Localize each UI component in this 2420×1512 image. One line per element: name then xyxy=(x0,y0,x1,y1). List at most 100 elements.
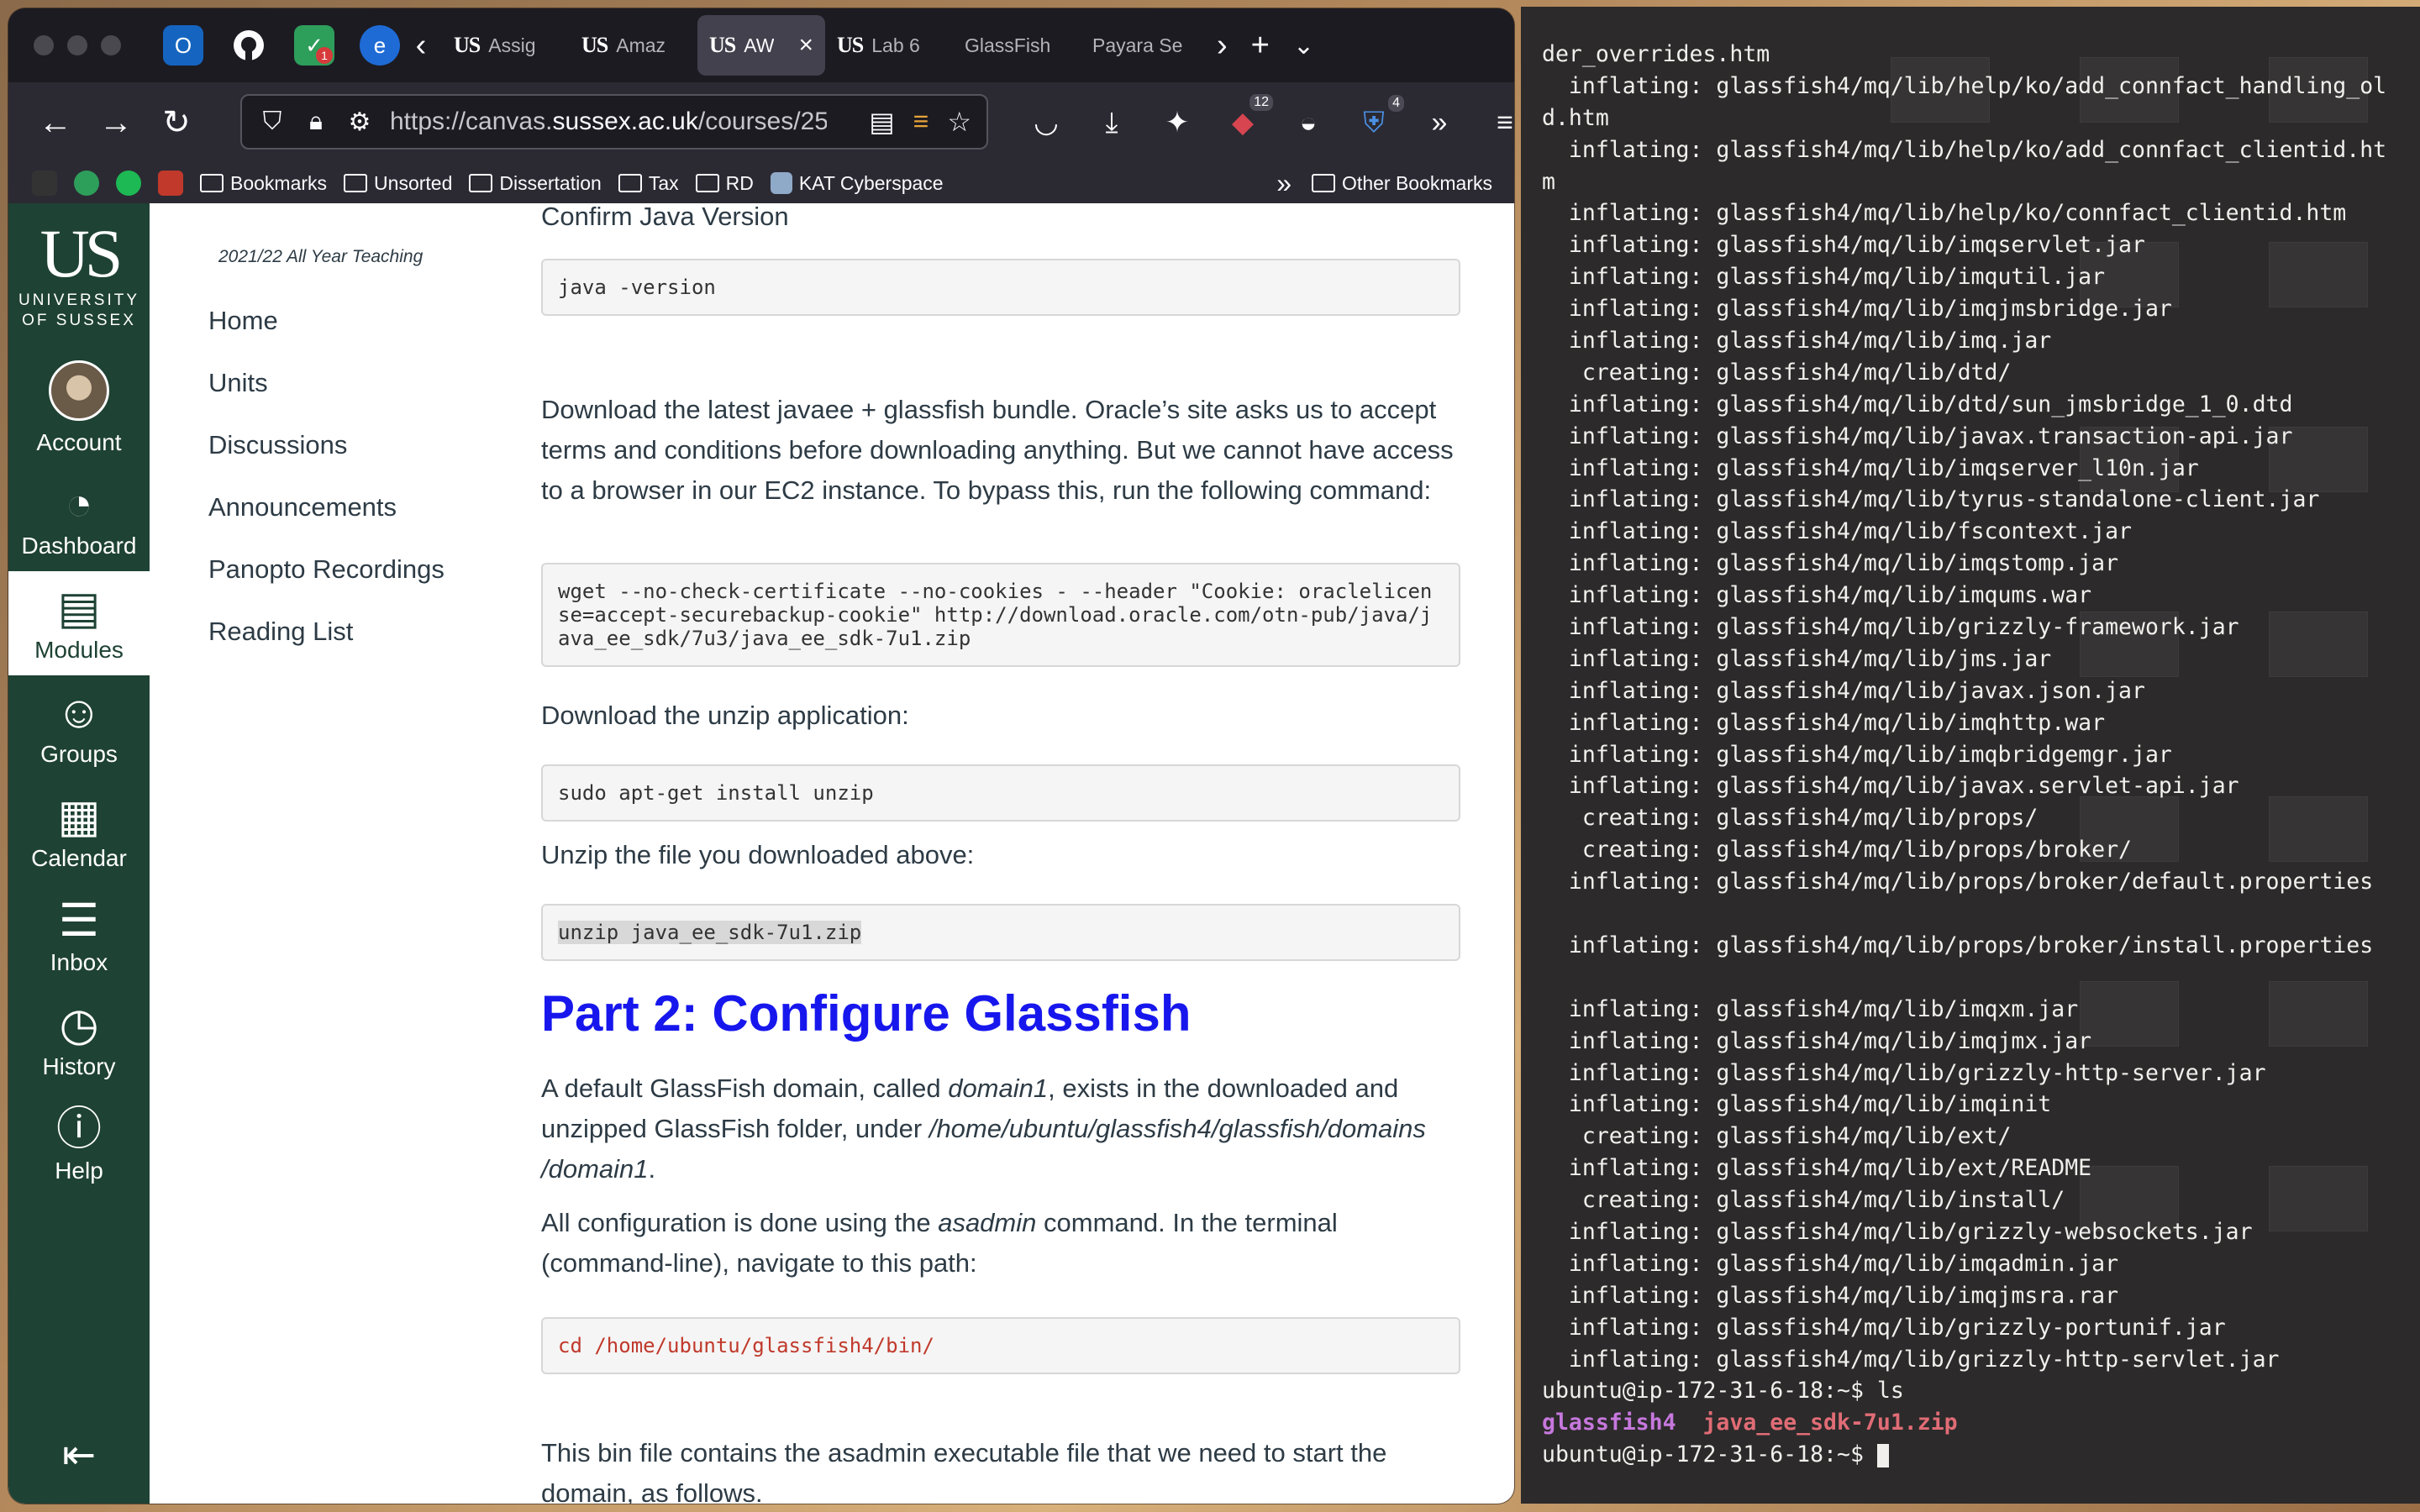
forward-icon[interactable]: → xyxy=(86,104,146,142)
notification-badge: 1 xyxy=(316,47,333,64)
tab-lab6[interactable]: US Lab 6 xyxy=(825,15,953,76)
close-window-button[interactable] xyxy=(34,35,54,55)
global-nav-calendar[interactable]: ▦ Calendar xyxy=(8,780,150,884)
terminal-line: creating: glassfish4/mq/lib/ext/ xyxy=(1542,1123,2012,1150)
bookmark-folder[interactable]: Unsorted xyxy=(344,172,452,195)
code-block-unzip[interactable]: unzip java_ee_sdk-7u1.zip xyxy=(541,904,1460,961)
global-nav-groups[interactable]: ☺ Groups xyxy=(8,675,150,780)
global-nav-inbox[interactable]: ☰ Inbox xyxy=(8,884,150,988)
maximize-window-button[interactable] xyxy=(101,35,121,55)
lock-icon[interactable]: 🔒︎ xyxy=(302,108,329,136)
tab-label: Amaz xyxy=(616,34,666,56)
global-nav-modules[interactable]: ▤ Modules xyxy=(8,571,150,675)
url-text[interactable]: https://canvas.sussex.ac.uk/courses/251 xyxy=(390,108,827,136)
bookmark-folder[interactable]: Dissertation xyxy=(469,172,602,195)
global-nav-dashboard[interactable]: ◔ Dashboard xyxy=(8,467,150,571)
global-nav-help[interactable]: ⓘ Help xyxy=(8,1092,150,1196)
avatar xyxy=(49,360,109,421)
todoist-bookmark-icon[interactable] xyxy=(158,171,183,196)
tab-payara[interactable]: Payara Se xyxy=(1081,15,1208,76)
terminal-line: ubuntu@ip-172-31-6-18:~$ ls xyxy=(1542,1378,1904,1404)
code-block-cd[interactable]: cd /home/ubuntu/glassfish4/bin/ xyxy=(541,1317,1460,1374)
terminal-line: inflating: glassfish4/mq/lib/fscontext.j… xyxy=(1542,518,2132,545)
new-tab-icon[interactable]: + xyxy=(1251,28,1270,64)
pinned-tab-outlook-icon[interactable]: O xyxy=(163,25,203,66)
app-bookmark-icon[interactable] xyxy=(74,171,99,196)
tracking-protection-icon[interactable]: ⛉ xyxy=(259,108,286,136)
course-nav-units[interactable]: Units xyxy=(208,368,445,430)
more-bookmarks-icon[interactable]: » xyxy=(1276,168,1292,199)
bookmark-star-icon[interactable]: ☆ xyxy=(947,106,971,138)
github-bookmark-icon[interactable] xyxy=(32,171,57,196)
extension-icon[interactable]: ✦ xyxy=(1160,106,1194,139)
list-tabs-icon[interactable]: ⌄ xyxy=(1293,31,1314,60)
terminal-line: m xyxy=(1542,168,1555,195)
url-bar[interactable]: ⛉ 🔒︎ ⚙ https://canvas.sussex.ac.uk/cours… xyxy=(240,94,988,150)
pinned-tab-edge-icon[interactable]: e xyxy=(360,25,400,66)
extension-icon[interactable]: ◒ xyxy=(1292,107,1325,139)
spotify-bookmark-icon[interactable] xyxy=(116,171,141,196)
code-block-apt[interactable]: sudo apt-get install unzip xyxy=(541,764,1460,822)
tab-amazon[interactable]: US Amaz xyxy=(570,15,697,76)
bookmark-folder[interactable]: Tax xyxy=(618,172,679,195)
tab-assignment[interactable]: US Assig xyxy=(442,15,570,76)
minimize-window-button[interactable] xyxy=(67,35,87,55)
reader-view-icon[interactable]: ▤ xyxy=(869,106,894,138)
collapse-nav-icon[interactable]: ⇤ xyxy=(8,1431,150,1478)
confirm-java-heading: Confirm Java Version xyxy=(541,203,789,231)
terminal-line: inflating: glassfish4/mq/lib/javax.servl… xyxy=(1542,773,2239,800)
pinned-tab-app-icon[interactable]: ✓ 1 xyxy=(294,25,334,66)
terminal-line: inflating: glassfish4/mq/lib/grizzly-htt… xyxy=(1542,1059,2266,1086)
tab-glassfish[interactable]: GlassFish xyxy=(953,15,1081,76)
reload-icon[interactable]: ↻ xyxy=(146,103,207,142)
terminal-prompt[interactable]: ubuntu@ip-172-31-6-18:~$ xyxy=(1542,1439,2407,1471)
terminal-line: inflating: glassfish4/mq/lib/imqxm.jar xyxy=(1542,995,2079,1022)
pinned-tab-github-icon[interactable] xyxy=(229,25,269,66)
menu-icon[interactable]: ≡ xyxy=(1488,107,1514,139)
course-nav-reading-list[interactable]: Reading List xyxy=(208,617,445,679)
permissions-icon[interactable]: ⚙ xyxy=(346,108,373,137)
bookmark-item[interactable]: KAT Cyberspace xyxy=(770,172,944,195)
bookmark-folder[interactable]: RD xyxy=(695,172,754,195)
extension-color-icon[interactable]: ≡ xyxy=(913,106,929,138)
config-paragraph: All configuration is done using the asad… xyxy=(541,1208,1338,1278)
bookmark-folder[interactable]: Bookmarks xyxy=(200,172,327,195)
course-nav-panopto[interactable]: Panopto Recordings xyxy=(208,554,445,617)
pocket-icon[interactable]: ◡ xyxy=(1029,106,1063,139)
scroll-tabs-left-icon[interactable]: ‹ xyxy=(400,28,442,64)
sussex-logo[interactable]: US xyxy=(8,219,150,288)
global-nav-history[interactable]: ◷ History xyxy=(8,988,150,1092)
terminal-line: inflating: glassfish4/mq/lib/grizzly-por… xyxy=(1542,1314,2226,1341)
terminal-line: inflating: glassfish4/mq/lib/help/ko/con… xyxy=(1542,200,2347,227)
terminal-line: inflating: glassfish4/mq/lib/imqbridgemg… xyxy=(1542,741,2172,768)
course-nav-announcements[interactable]: Announcements xyxy=(208,492,445,554)
course-nav-list: Home Units Discussions Announcements Pan… xyxy=(208,306,445,679)
other-bookmarks-folder[interactable]: Other Bookmarks xyxy=(1312,172,1492,195)
ublock-icon[interactable]: ◆ 12 xyxy=(1226,94,1273,139)
scroll-tabs-right-icon[interactable]: › xyxy=(1217,28,1228,64)
terminal-window[interactable]: der_overrides.htm inflating: glassfish4/… xyxy=(1521,7,2420,1504)
global-nav-account[interactable]: Account xyxy=(8,349,150,467)
history-icon: ◷ xyxy=(59,1000,99,1050)
inbox-icon: ☰ xyxy=(58,895,100,946)
bitwarden-icon[interactable]: ⛨ 4 xyxy=(1357,94,1404,139)
selected-code-text[interactable]: unzip java_ee_sdk-7u1.zip xyxy=(558,921,862,944)
code-block-wget[interactable]: wget --no-check-certificate --no-cookies… xyxy=(541,563,1460,667)
downloads-icon[interactable]: ⤓ xyxy=(1095,107,1128,139)
close-tab-icon[interactable]: × xyxy=(798,31,813,60)
course-nav-home[interactable]: Home xyxy=(208,306,445,368)
more-extensions-icon[interactable]: » xyxy=(1423,107,1456,139)
tab-label: Lab 6 xyxy=(871,34,920,56)
pinned-tabs: O ✓ 1 e xyxy=(163,25,400,66)
course-navigation: 2021/22 All Year Teaching Home Units Dis… xyxy=(150,203,486,1504)
window-controls xyxy=(34,35,121,55)
code-block-java-version[interactable]: java -version xyxy=(541,259,1460,316)
course-nav-discussions[interactable]: Discussions xyxy=(208,430,445,492)
back-icon[interactable]: ← xyxy=(25,104,86,142)
tab-aws-active[interactable]: US AW × xyxy=(697,15,825,76)
download-paragraph: Download the latest javaee + glassfish b… xyxy=(541,395,1454,505)
terminal-line: inflating: glassfish4/mq/lib/imqserver_l… xyxy=(1542,454,2199,481)
terminal-line: inflating: glassfish4/mq/lib/props/broke… xyxy=(1542,869,2374,895)
